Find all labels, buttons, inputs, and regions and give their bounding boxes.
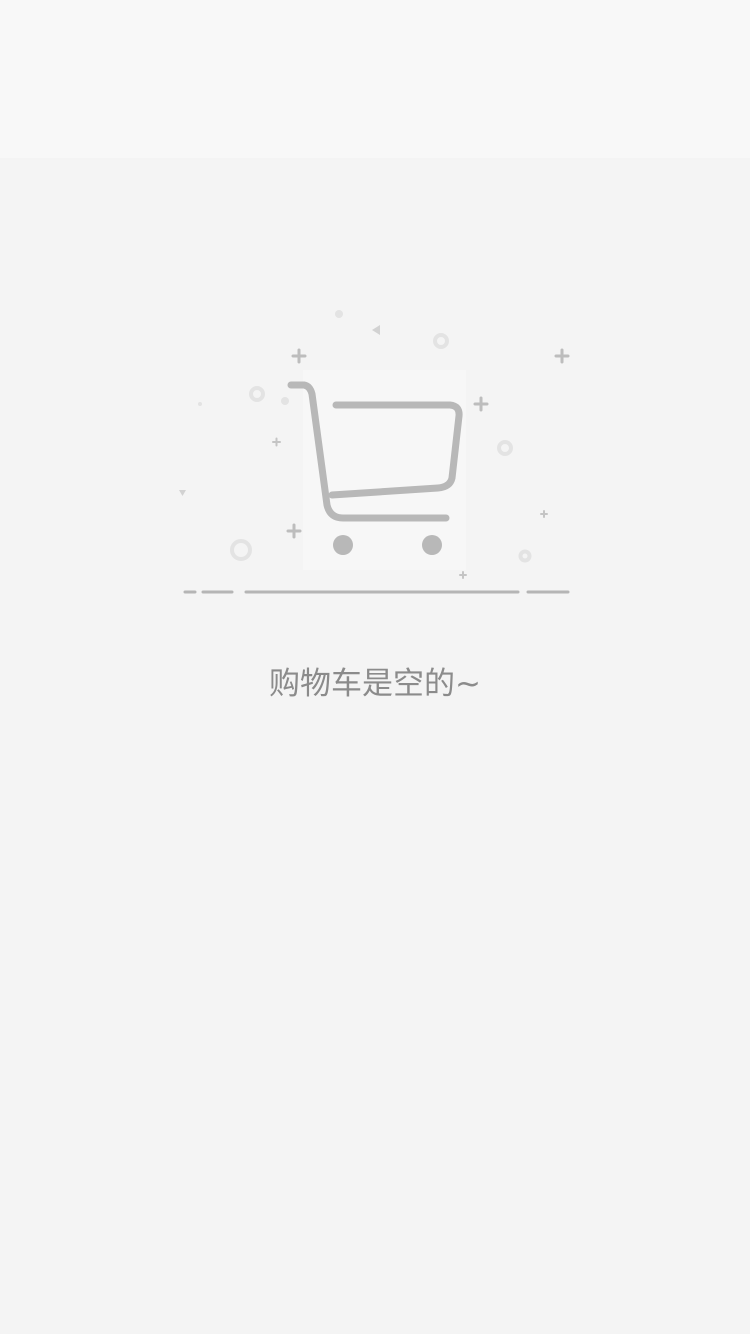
top-header-bar bbox=[0, 0, 750, 158]
empty-cart-message: 购物车是空的~ bbox=[269, 666, 481, 702]
cart-wheel-left bbox=[333, 535, 353, 555]
empty-cart-illustration bbox=[170, 300, 580, 605]
decor-triangle-small bbox=[179, 490, 186, 496]
decor-triangle bbox=[372, 325, 380, 335]
empty-cart-graphic bbox=[179, 310, 570, 594]
cart-backdrop bbox=[303, 370, 466, 570]
cart-wheel-right bbox=[422, 535, 442, 555]
